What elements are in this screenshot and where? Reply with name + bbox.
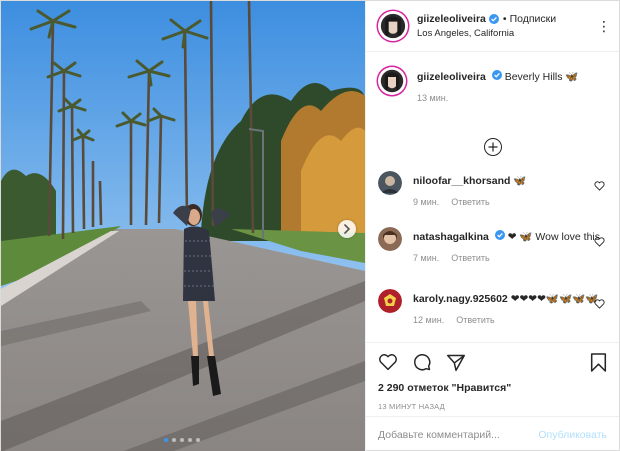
like-comment-heart-icon[interactable] <box>594 299 605 309</box>
caption-row: giizeleoliveira Beverly Hills 🦋 13 мин. <box>378 67 607 127</box>
comment-time[interactable]: 12 мин. <box>413 313 444 327</box>
post-timestamp: 13 МИНУТ НАЗАД <box>378 402 445 411</box>
save-button[interactable] <box>590 352 607 372</box>
comment-text: ❤ 🦋 Wow love this <box>507 231 601 243</box>
load-more-comments-button[interactable] <box>483 138 502 156</box>
heart-icon <box>379 354 397 371</box>
post-actions: 2 290 отметок "Нравится" 13 МИНУТ НАЗАД <box>366 342 619 411</box>
like-comment-heart-icon[interactable] <box>594 237 605 247</box>
verified-badge-icon <box>494 230 505 240</box>
carousel-dot <box>188 438 192 442</box>
post-side-panel: giizeleoliveira • Подписки Los Angeles, … <box>365 1 619 451</box>
author-avatar[interactable] <box>378 67 406 95</box>
photo-scene <box>1 1 365 451</box>
post-location[interactable]: Los Angeles, California <box>417 28 597 39</box>
reply-button[interactable]: Ответить <box>456 313 494 327</box>
share-button[interactable] <box>446 353 466 372</box>
carousel-indicator <box>164 438 200 442</box>
comment-button[interactable] <box>412 352 432 372</box>
commenter-avatar[interactable] <box>378 227 402 251</box>
carousel-dot <box>196 438 200 442</box>
separator-dot: • <box>502 13 507 25</box>
post-photo[interactable] <box>1 1 365 451</box>
commenter-avatar[interactable] <box>378 289 402 313</box>
verified-badge-icon <box>491 70 502 80</box>
paper-plane-icon <box>446 354 466 371</box>
likes-count[interactable]: 2 290 отметок "Нравится" <box>378 382 607 394</box>
carousel-dot <box>172 438 176 442</box>
following-button[interactable]: Подписки <box>510 13 557 25</box>
caption-text: Beverly Hills 🦋 <box>504 71 579 83</box>
carousel-dot <box>164 438 168 442</box>
comment-time[interactable]: 7 мин. <box>413 251 439 265</box>
publish-comment-button[interactable]: Опубликовать <box>538 429 607 441</box>
comment-item: karoly.nagy.925602 ❤❤❤❤🦋🦋🦋🦋 12 мин. Отве… <box>378 289 607 345</box>
comment-time[interactable]: 9 мин. <box>413 195 439 209</box>
comment-username[interactable]: natashagalkina <box>413 231 489 243</box>
comment-username[interactable]: karoly.nagy.925602 <box>413 293 508 305</box>
plus-icon <box>488 142 497 152</box>
comment-text: ❤❤❤❤🦋🦋🦋🦋 <box>510 293 599 305</box>
comments-list: giizeleoliveira Beverly Hills 🦋 13 мин. <box>366 53 619 341</box>
author-username[interactable]: giizeleoliveira <box>417 13 486 25</box>
reply-button[interactable]: Ответить <box>451 195 489 209</box>
comment-input[interactable] <box>378 428 539 441</box>
caption-username[interactable]: giizeleoliveira <box>417 71 486 83</box>
verified-badge-icon <box>488 14 499 24</box>
comment-bubble-icon <box>414 354 431 371</box>
add-comment-bar: Опубликовать <box>366 416 619 451</box>
bookmark-icon <box>590 352 607 372</box>
caption-time[interactable]: 13 мин. <box>417 91 448 105</box>
commenter-avatar[interactable] <box>378 171 402 195</box>
more-options-icon[interactable]: ⋮ <box>597 19 611 33</box>
comment-text: 🦋 <box>513 175 527 187</box>
instagram-post: giizeleoliveira • Подписки Los Angeles, … <box>0 0 620 451</box>
chevron-right-icon <box>344 224 351 234</box>
post-header: giizeleoliveira • Подписки Los Angeles, … <box>366 1 619 52</box>
reply-button[interactable]: Ответить <box>451 251 489 265</box>
next-photo-button[interactable] <box>338 220 356 238</box>
like-comment-heart-icon[interactable] <box>594 181 605 191</box>
author-avatar[interactable] <box>378 11 408 41</box>
comment-item: natashagalkina ❤ 🦋 Wow love this 7 мин. … <box>378 227 607 289</box>
comment-item: niloofar__khorsand 🦋 9 мин. Ответить <box>378 171 607 227</box>
carousel-dot <box>180 438 184 442</box>
like-button[interactable] <box>378 353 398 371</box>
comment-username[interactable]: niloofar__khorsand <box>413 175 510 187</box>
